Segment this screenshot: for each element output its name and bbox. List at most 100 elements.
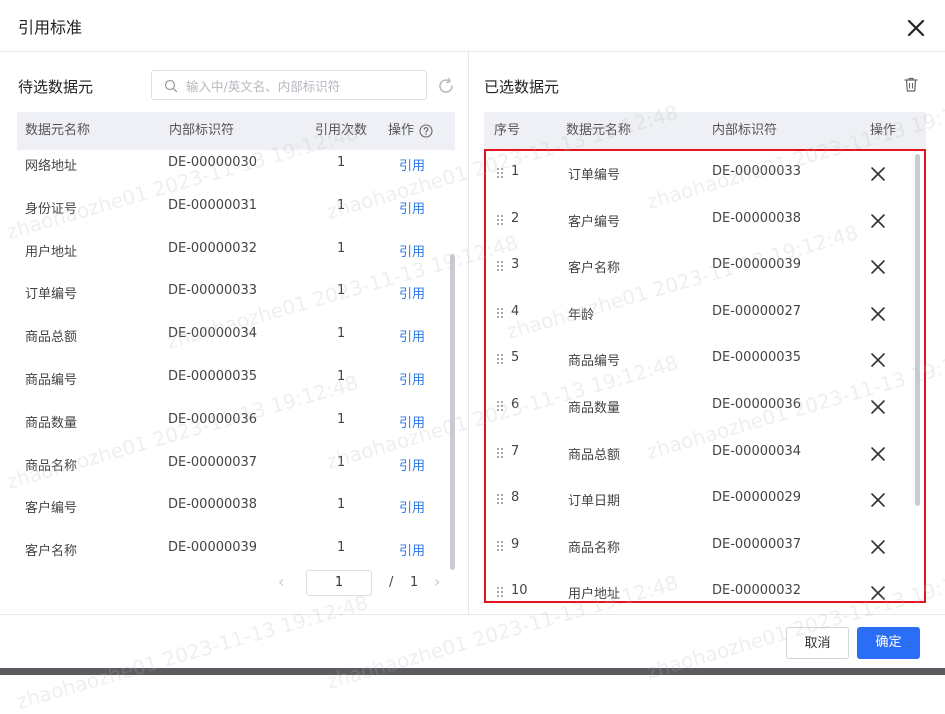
column-header: 内部标识符 xyxy=(712,123,778,138)
reference-link[interactable]: 引用 xyxy=(399,540,425,559)
remove-x-icon[interactable] xyxy=(870,213,886,229)
drag-handle-icon[interactable] xyxy=(496,400,504,412)
remove-x-icon[interactable] xyxy=(870,306,886,322)
pager-page-input[interactable]: 1 xyxy=(306,570,372,596)
help-circle-icon[interactable] xyxy=(419,124,433,138)
cell-count: 1 xyxy=(337,369,346,384)
cell-id: DE-00000036 xyxy=(168,411,258,427)
reference-link[interactable]: 引用 xyxy=(399,155,425,174)
cell-name: 商品总额 xyxy=(568,447,621,463)
cell-name: 客户名称 xyxy=(25,544,78,560)
cell-count: 1 xyxy=(337,411,346,427)
cell-name: 商品名称 xyxy=(25,458,78,474)
cell-id: DE-00000039 xyxy=(168,540,258,556)
cell-id: DE-00000035 xyxy=(712,350,802,366)
cell-id: DE-00000030 xyxy=(168,155,258,170)
trash-icon[interactable] xyxy=(904,77,918,92)
confirm-button[interactable]: 确定 xyxy=(857,627,920,659)
selected-list-highlight xyxy=(484,149,926,603)
cell-index: 9 xyxy=(511,536,520,552)
cancel-button[interactable]: 取消 xyxy=(786,627,849,659)
drag-handle-icon[interactable] xyxy=(496,493,504,505)
reference-link[interactable]: 引用 xyxy=(399,497,425,516)
cell-id: DE-00000032 xyxy=(168,240,258,256)
remove-x-icon[interactable] xyxy=(870,399,886,415)
remove-x-icon[interactable] xyxy=(870,446,886,462)
drag-handle-icon[interactable] xyxy=(496,260,504,272)
cell-id: DE-00000037 xyxy=(168,454,258,470)
search-box[interactable] xyxy=(151,70,427,100)
cell-name: 商品总额 xyxy=(25,330,78,346)
cell-name: 用户地址 xyxy=(568,587,621,603)
cell-id: DE-00000033 xyxy=(168,283,258,299)
cell-id: DE-00000039 xyxy=(712,257,802,273)
cell-name: 客户编号 xyxy=(568,214,621,230)
cell-name: 客户名称 xyxy=(568,261,621,277)
cell-id: DE-00000032 xyxy=(712,583,802,599)
cell-name: 商品编号 xyxy=(568,354,621,370)
cell-id: DE-00000031 xyxy=(168,197,258,213)
cell-index: 3 xyxy=(511,257,520,273)
cell-index: 6 xyxy=(511,397,520,412)
right-scrollbar[interactable] xyxy=(915,154,920,506)
remove-x-icon[interactable] xyxy=(870,166,886,182)
cell-id: DE-00000038 xyxy=(712,210,802,226)
drag-handle-icon[interactable] xyxy=(496,214,504,226)
pager-next-button[interactable]: › xyxy=(434,572,440,591)
right-table-header: 序号 数据元名称 内部标识符 操作 xyxy=(484,112,926,150)
cell-name: 网络地址 xyxy=(25,159,78,174)
reference-link[interactable]: 引用 xyxy=(399,326,425,345)
close-icon[interactable] xyxy=(904,16,928,40)
drag-handle-icon[interactable] xyxy=(496,167,504,179)
cell-count: 1 xyxy=(337,454,346,470)
drag-handle-icon[interactable] xyxy=(496,447,504,459)
cell-name: 订单编号 xyxy=(568,168,621,183)
remove-x-icon[interactable] xyxy=(870,539,886,555)
remove-x-icon[interactable] xyxy=(870,492,886,508)
dialog-title: 引用标准 xyxy=(18,18,83,37)
cell-id: DE-00000034 xyxy=(168,326,258,342)
pager-prev-button[interactable]: ‹ xyxy=(278,572,284,591)
drag-handle-icon[interactable] xyxy=(496,586,504,598)
reference-link[interactable]: 引用 xyxy=(399,412,425,431)
drag-handle-icon[interactable] xyxy=(496,307,504,319)
left-table-header: 数据元名称 内部标识符 引用次数 操作 xyxy=(17,112,455,150)
drag-handle-icon[interactable] xyxy=(496,353,504,365)
reference-link[interactable]: 引用 xyxy=(399,369,425,388)
cell-id: DE-00000029 xyxy=(712,490,802,506)
reference-link[interactable]: 引用 xyxy=(399,283,425,302)
column-header: 序号 xyxy=(494,123,521,138)
pager-separator: / xyxy=(389,575,394,590)
cell-name: 用户地址 xyxy=(25,244,78,260)
drag-handle-icon[interactable] xyxy=(496,540,504,552)
reference-link[interactable]: 引用 xyxy=(399,455,425,474)
watermark: zhaohaozhe01 2023-11-13 19:12:48 xyxy=(3,370,361,494)
cell-name: 商品编号 xyxy=(25,373,78,388)
cell-name: 年龄 xyxy=(568,307,595,323)
cell-index: 1 xyxy=(511,164,520,179)
cell-count: 1 xyxy=(337,283,346,299)
reference-link[interactable]: 引用 xyxy=(399,241,425,260)
column-header: 内部标识符 xyxy=(169,123,235,138)
remove-x-icon[interactable] xyxy=(870,352,886,368)
cell-index: 7 xyxy=(511,443,520,459)
cell-count: 1 xyxy=(337,197,346,213)
column-header: 引用次数 xyxy=(315,123,368,138)
left-panel-title: 待选数据元 xyxy=(18,78,94,96)
pager-total: 1 xyxy=(410,575,419,590)
remove-x-icon[interactable] xyxy=(870,585,886,601)
remove-x-icon[interactable] xyxy=(870,259,886,275)
column-header: 操作 xyxy=(870,123,897,138)
cell-count: 1 xyxy=(337,497,346,513)
cell-name: 订单编号 xyxy=(25,287,78,303)
reference-link[interactable]: 引用 xyxy=(399,198,425,217)
panel-divider xyxy=(468,52,469,614)
search-input[interactable] xyxy=(184,75,424,97)
cell-id: DE-00000027 xyxy=(712,303,802,319)
cell-count: 1 xyxy=(337,240,346,256)
search-icon xyxy=(164,79,178,93)
refresh-icon[interactable] xyxy=(436,76,456,96)
cell-id: DE-00000033 xyxy=(712,164,802,179)
right-panel-title: 已选数据元 xyxy=(484,78,560,96)
left-scrollbar[interactable] xyxy=(450,254,455,570)
